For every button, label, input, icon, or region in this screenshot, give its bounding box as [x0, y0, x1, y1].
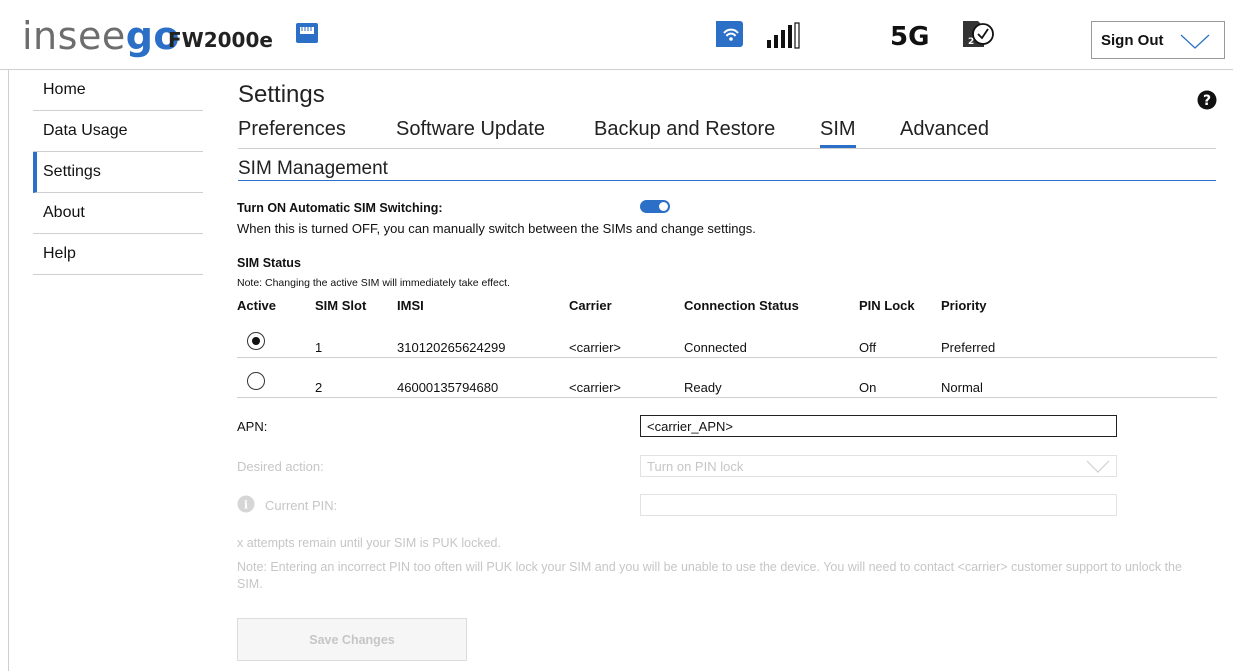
column-header-imsi: IMSI: [397, 298, 424, 313]
sidebar-item-label: Help: [43, 245, 76, 262]
sidebar-item-label: Data Usage: [43, 122, 128, 139]
section-divider: [238, 180, 1216, 181]
column-header-active: Active: [237, 298, 277, 313]
tab-backup-restore[interactable]: Backup and Restore: [594, 118, 775, 148]
sim-2-connection-status: Ready: [684, 380, 722, 395]
auto-switch-description: When this is turned OFF, you can manuall…: [237, 221, 756, 236]
device-model: FW2000e: [168, 28, 273, 52]
sim-1-pin-lock: Off: [859, 340, 877, 355]
table-row-divider: [237, 357, 1217, 358]
column-header-sim-slot: SIM Slot: [315, 298, 367, 313]
sidebar-item-about[interactable]: About: [33, 193, 203, 234]
current-pin-label: Current PIN:: [265, 498, 338, 513]
column-header-priority: Priority: [941, 298, 987, 313]
sign-out-label: Sign Out: [1101, 31, 1164, 49]
signal-strength-icon: [767, 22, 800, 49]
sidebar-nav: Home Data Usage Settings About Help: [33, 70, 203, 275]
sim-1-priority: Preferred: [941, 340, 996, 355]
sidebar-item-settings[interactable]: Settings: [33, 152, 203, 193]
brand-logo: inseego: [22, 14, 180, 58]
sim-1-connection-status: Connected: [684, 340, 747, 355]
sidebar-divider: [8, 70, 9, 671]
sim-status-note: Note: Changing the active SIM will immed…: [237, 277, 510, 289]
column-header-pin-lock: PIN Lock: [859, 298, 915, 313]
sim-2-slot: 2: [315, 380, 323, 395]
help-icon[interactable]: ?: [1197, 90, 1217, 110]
toggle-knob: [659, 202, 668, 211]
sim-2-carrier: <carrier>: [569, 380, 622, 395]
sim-1-slot: 1: [315, 340, 323, 355]
radio-selected-dot: [251, 336, 260, 345]
sim-2-pin-lock: On: [859, 380, 877, 395]
apn-label: APN:: [237, 419, 268, 434]
auto-switch-label: Turn ON Automatic SIM Switching:: [237, 201, 443, 215]
desired-action-select[interactable]: Turn on PIN lock: [640, 455, 1117, 477]
svg-text:?: ?: [1203, 93, 1211, 109]
apn-field[interactable]: <carrier_APN>: [640, 415, 1117, 437]
sidebar-item-data-usage[interactable]: Data Usage: [33, 111, 203, 152]
svg-text:i: i: [244, 499, 248, 512]
info-icon[interactable]: i: [237, 495, 255, 513]
sidebar-item-label: About: [43, 204, 85, 221]
chevron-down-icon: [1180, 34, 1210, 49]
sim-1-imsi: 310120265624299: [397, 340, 506, 355]
sidebar-item-label: Home: [43, 81, 86, 98]
sim-2-priority: Normal: [941, 380, 983, 395]
sim-status-title: SIM Status: [237, 256, 301, 270]
sim-2-imsi: 46000135794680: [397, 380, 499, 395]
save-changes-button[interactable]: Save Changes: [237, 618, 467, 661]
page-title: Settings: [238, 81, 325, 108]
auto-switch-toggle[interactable]: [640, 200, 670, 213]
sidebar-item-home[interactable]: Home: [33, 70, 203, 111]
sim-1-carrier: <carrier>: [569, 340, 622, 355]
tab-preferences[interactable]: Preferences: [238, 118, 346, 148]
tab-sim[interactable]: SIM: [820, 118, 856, 148]
table-row-divider: [237, 397, 1217, 398]
sidebar-item-help[interactable]: Help: [33, 234, 203, 275]
tab-advanced[interactable]: Advanced: [900, 118, 989, 148]
desired-action-label: Desired action:: [237, 459, 324, 474]
desired-action-value: Turn on PIN lock: [647, 458, 744, 474]
sign-out-button[interactable]: Sign Out: [1091, 21, 1225, 59]
ethernet-icon: [296, 23, 318, 43]
wifi-device-icon: [716, 21, 743, 47]
current-pin-field[interactable]: [640, 494, 1117, 516]
puk-warning-note: Note: Entering an incorrect PIN too ofte…: [237, 560, 1182, 591]
sim-check-icon: 2: [963, 21, 994, 47]
tab-software-update[interactable]: Software Update: [396, 118, 545, 148]
column-header-connection-status: Connection Status: [684, 298, 799, 313]
brand-logo-main: insee: [22, 14, 126, 58]
sidebar-item-label: Settings: [43, 163, 101, 180]
top-header: inseego FW2000e 5G 2 Sign Out: [0, 0, 1233, 70]
sim-2-active-radio[interactable]: [247, 372, 265, 390]
tabs-divider: [238, 148, 1216, 149]
chevron-down-icon: [1086, 460, 1110, 473]
sim-1-active-radio[interactable]: [247, 332, 265, 350]
column-header-carrier: Carrier: [569, 298, 612, 313]
pin-attempts-text: x attempts remain until your SIM is PUK …: [237, 536, 501, 550]
network-technology: 5G: [890, 22, 930, 52]
section-title: SIM Management: [238, 158, 388, 179]
